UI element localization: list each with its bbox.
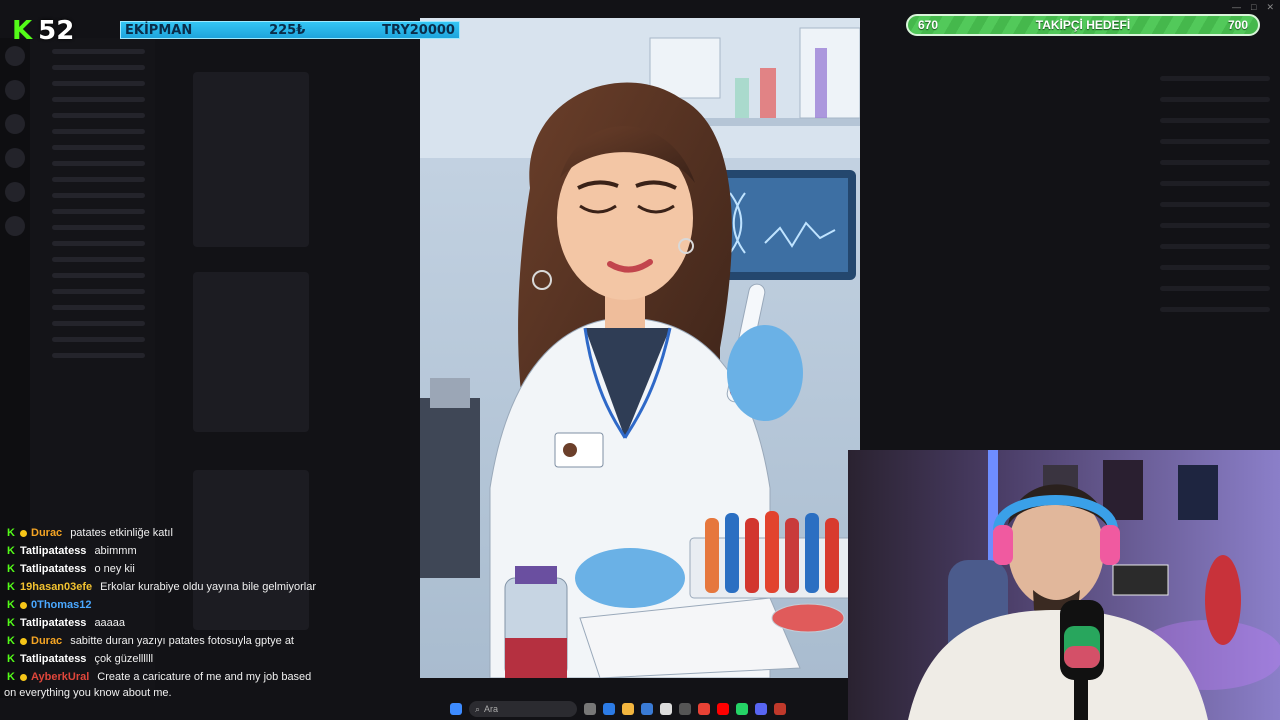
- chat-message: K Tatlipatatess o ney kii: [6, 560, 346, 578]
- follower-goal-bar: 670 TAKİPÇİ HEDEFİ 700: [906, 14, 1260, 36]
- windows-start-icon[interactable]: [450, 703, 462, 715]
- taskbar: ⌕ Ara: [450, 698, 830, 720]
- chat-text: o ney kii: [94, 563, 135, 575]
- chat-text: aaaaa: [94, 617, 126, 629]
- chat-username[interactable]: 19hasan03efe: [20, 578, 92, 596]
- kick-viewer-count: K 52: [12, 16, 74, 46]
- server-icon[interactable]: [5, 80, 25, 100]
- chat-message: K 19hasan03efe Erkolar kurabiye oldu yayın…: [6, 578, 346, 596]
- search-placeholder: Ara: [484, 704, 499, 714]
- chat-text: sabitte duran yazıyı patates fotosuyla g…: [70, 635, 294, 647]
- chat-username[interactable]: Tatlipatatess: [20, 542, 86, 560]
- kick-badge-icon: K: [7, 617, 15, 629]
- chat-message: K Durac sabitte duran yazıyı patates fotos…: [6, 632, 346, 650]
- kick-badge-icon: K: [7, 545, 15, 557]
- goal-current: 670: [918, 18, 939, 32]
- chat-message: K 0Thomas12: [6, 596, 346, 614]
- close-button[interactable]: ✕: [1266, 2, 1274, 13]
- viewer-count: 52: [38, 16, 75, 46]
- search-icon: ⌕: [475, 703, 481, 714]
- lab-scientist-illustration: [420, 18, 860, 678]
- subscriber-badge-icon: [20, 601, 27, 609]
- app-icon[interactable]: [679, 703, 691, 715]
- chat-username[interactable]: Tatlipatatess: [20, 560, 86, 578]
- app-icon[interactable]: [660, 703, 672, 715]
- chat-text: Create a caricature of me and my job bas…: [97, 671, 312, 683]
- whatsapp-icon[interactable]: [736, 703, 748, 715]
- kick-badge-icon: K: [7, 527, 15, 539]
- caricature-image: [420, 18, 860, 678]
- discord-icon[interactable]: [755, 703, 767, 715]
- chat-message: K Tatlipatatess çok güzellllll: [6, 650, 346, 668]
- server-icon[interactable]: [5, 46, 25, 66]
- minimize-button[interactable]: —: [1232, 2, 1241, 13]
- subscriber-badge-icon: [20, 529, 27, 537]
- chat-text: abimmm: [94, 545, 137, 557]
- chat-username[interactable]: Tatlipatatess: [20, 614, 86, 632]
- background-thumbnail: [193, 272, 309, 432]
- chat-text: patates etkinliğe katıl: [70, 527, 173, 539]
- team-name: EKİPMAN: [125, 22, 193, 38]
- team-goal: TRY20000: [382, 22, 455, 38]
- chat-message: K Tatlipatatess aaaaa: [6, 614, 346, 632]
- subscriber-badge-icon: [20, 673, 27, 681]
- subscriber-badge-icon: [20, 637, 27, 645]
- server-icon[interactable]: [5, 182, 25, 202]
- chat-username[interactable]: Tatlipatatess: [20, 650, 86, 668]
- chrome-icon[interactable]: [698, 703, 710, 715]
- store-icon[interactable]: [641, 703, 653, 715]
- chat-text: Erkolar kurabiye oldu yayına bile gelmiy…: [100, 581, 316, 593]
- kick-badge-icon: K: [7, 671, 15, 683]
- chat-message: K Durac patates etkinliğe katıl: [6, 524, 346, 542]
- file-explorer-icon[interactable]: [622, 703, 634, 715]
- chat-overlay: K Durac patates etkinliğe katıl K Tatlipatat…: [4, 524, 346, 700]
- team-donation-bar: EKİPMAN 225₺ TRY20000: [120, 21, 460, 39]
- kick-badge-icon: K: [7, 581, 15, 593]
- chat-username[interactable]: AyberkUral: [31, 668, 89, 686]
- youtube-icon[interactable]: [717, 703, 729, 715]
- maximize-button[interactable]: □: [1251, 2, 1256, 13]
- kick-badge-icon: K: [7, 635, 15, 647]
- kick-badge-icon: K: [7, 653, 15, 665]
- server-icon[interactable]: [5, 216, 25, 236]
- task-view-icon[interactable]: [584, 703, 596, 715]
- background-thumbnail: [193, 72, 309, 247]
- chat-message: K AyberkUral Create a caricature of me and…: [6, 668, 346, 686]
- server-icon[interactable]: [5, 148, 25, 168]
- chat-username[interactable]: Durac: [31, 632, 62, 650]
- chat-username[interactable]: 0Thomas12: [31, 596, 92, 614]
- kick-logo-icon: K: [12, 16, 33, 46]
- goal-target: 700: [1227, 18, 1248, 32]
- edge-icon[interactable]: [603, 703, 615, 715]
- chat-text: çok güzellllll: [94, 653, 154, 665]
- chat-username[interactable]: Durac: [31, 524, 62, 542]
- member-list: [1150, 60, 1280, 460]
- kick-badge-icon: K: [7, 599, 15, 611]
- kick-badge-icon: K: [7, 563, 15, 575]
- chat-message: K Tatlipatatess abimmm: [6, 542, 346, 560]
- team-amount: 225₺: [269, 22, 306, 38]
- server-icon[interactable]: [5, 114, 25, 134]
- webcam-feed: [848, 450, 1280, 720]
- window-controls: — □ ✕: [1232, 2, 1274, 13]
- streamer-webcam-illustration: [848, 450, 1280, 720]
- obs-icon[interactable]: [774, 703, 786, 715]
- goal-title: TAKİPÇİ HEDEFİ: [1035, 18, 1131, 32]
- taskbar-search[interactable]: ⌕ Ara: [469, 701, 577, 717]
- chat-text-continuation: on everything you know about me.: [4, 687, 172, 699]
